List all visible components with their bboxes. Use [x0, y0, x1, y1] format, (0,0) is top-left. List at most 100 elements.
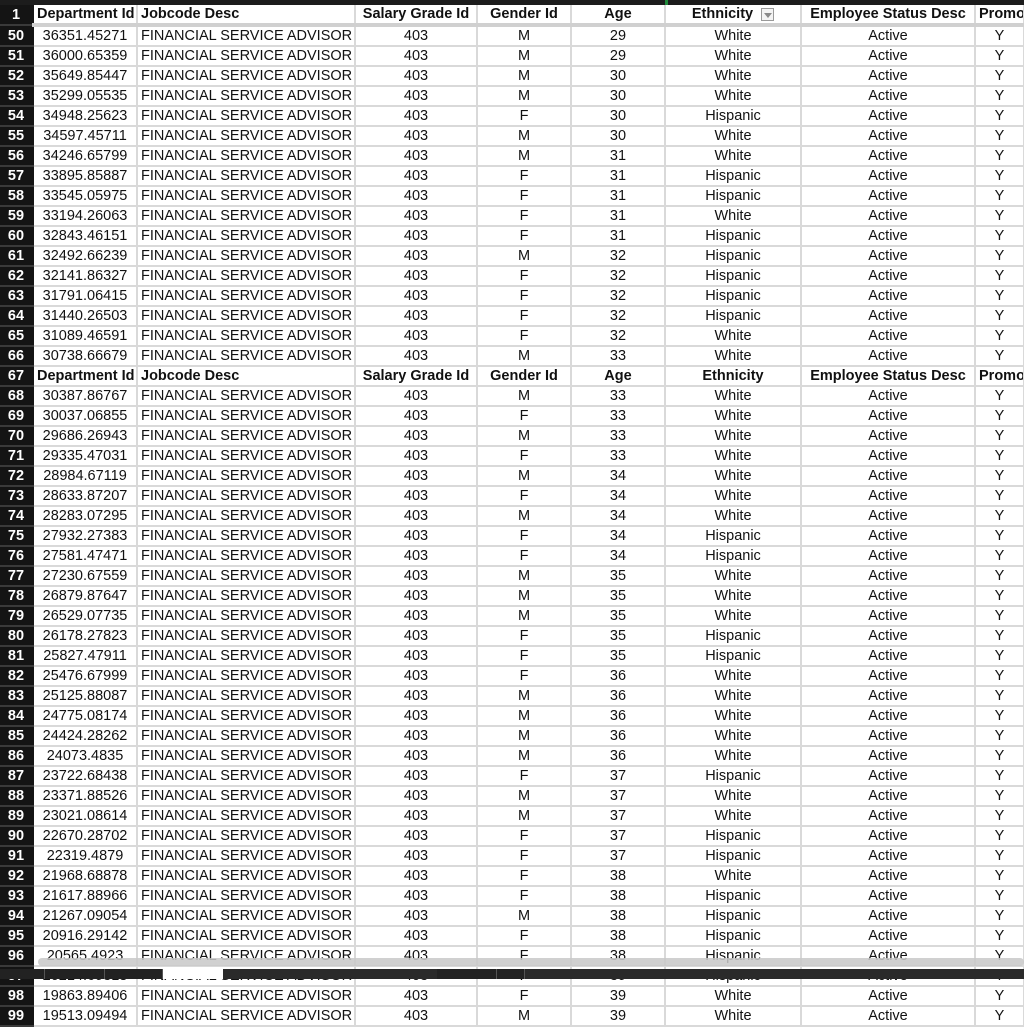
cell-department-id[interactable]: 26879.87647 — [33, 586, 138, 607]
cell-gender-id[interactable]: M — [477, 25, 572, 47]
cell-jobcode-desc[interactable]: FINANCIAL SERVICE ADVISOR — [137, 326, 356, 347]
cell-employee-status-desc[interactable]: Active — [801, 766, 976, 787]
row-number[interactable]: 76 — [0, 546, 34, 567]
cell-gender-id[interactable]: F — [477, 546, 572, 567]
cell-department-id[interactable]: 34948.25623 — [33, 106, 138, 127]
cell-employee-status-desc[interactable]: Active — [801, 826, 976, 847]
cell-age[interactable]: 34 — [571, 546, 666, 567]
cell-gender-id[interactable]: F — [477, 886, 572, 907]
cell-department-id[interactable]: 36000.65359 — [33, 46, 138, 67]
row-number[interactable]: 63 — [0, 286, 34, 307]
cell-jobcode-desc[interactable]: FINANCIAL SERVICE ADVISOR — [137, 986, 356, 1007]
cell-gender-id[interactable]: F — [477, 986, 572, 1007]
cell-promo[interactable]: Y — [975, 786, 1024, 807]
cell-jobcode-desc[interactable]: FINANCIAL SERVICE ADVISOR — [137, 25, 356, 47]
cell-salary-grade-id[interactable]: 403 — [355, 346, 478, 367]
filter-dropdown-icon[interactable] — [761, 7, 775, 21]
cell-salary-grade-id[interactable]: 403 — [355, 106, 478, 127]
row-number[interactable]: 66 — [0, 346, 34, 367]
cell-age[interactable]: 36 — [571, 686, 666, 707]
cell-promo[interactable]: Y — [975, 286, 1024, 307]
row-number[interactable]: 64 — [0, 306, 34, 327]
cell-employee-status-desc[interactable]: Active — [801, 306, 976, 327]
cell-salary-grade-id[interactable]: 403 — [355, 146, 478, 167]
cell-promo[interactable]: Y — [975, 626, 1024, 647]
cell-ethnicity[interactable]: White — [665, 426, 802, 447]
row-number[interactable]: 75 — [0, 526, 34, 547]
cell-employee-status-desc[interactable]: Active — [801, 25, 976, 47]
row-number[interactable]: 53 — [0, 86, 34, 107]
cell-age[interactable]: 32 — [571, 266, 666, 287]
cell-gender-id[interactable]: M — [477, 906, 572, 927]
cell-promo[interactable]: Y — [975, 706, 1024, 727]
cell-ethnicity[interactable]: White — [665, 686, 802, 707]
cell-ethnicity[interactable]: Hispanic — [665, 626, 802, 647]
cell-jobcode-desc[interactable]: FINANCIAL SERVICE ADVISOR — [137, 526, 356, 547]
cell-department-id[interactable]: 31089.46591 — [33, 326, 138, 347]
cell-ethnicity[interactable]: Hispanic — [665, 886, 802, 907]
cell-department-id[interactable]: 33194.26063 — [33, 206, 138, 227]
cell-salary-grade-id[interactable]: 403 — [355, 206, 478, 227]
cell-department-id[interactable]: 30037.06855 — [33, 406, 138, 427]
cell-salary-grade-id[interactable]: 403 — [355, 926, 478, 947]
cell-gender-id[interactable]: M — [477, 686, 572, 707]
cell-department-id[interactable]: 26529.07735 — [33, 606, 138, 627]
cell-jobcode-desc[interactable]: FINANCIAL SERVICE ADVISOR — [137, 186, 356, 207]
cell-department-id[interactable]: 34597.45711 — [33, 126, 138, 147]
cell-salary-grade-id[interactable]: 403 — [355, 826, 478, 847]
cell-salary-grade-id[interactable]: 403 — [355, 766, 478, 787]
cell-jobcode-desc[interactable]: FINANCIAL SERVICE ADVISOR — [137, 506, 356, 527]
cell-gender-id[interactable]: F — [477, 166, 572, 187]
cell-age[interactable]: 34 — [571, 506, 666, 527]
cell-employee-status-desc[interactable]: Active — [801, 886, 976, 907]
cell-age[interactable]: 36 — [571, 706, 666, 727]
cell-jobcode-desc[interactable]: FINANCIAL SERVICE ADVISOR — [137, 926, 356, 947]
cell-salary-grade-id[interactable]: 403 — [355, 806, 478, 827]
cell-department-id[interactable]: 25827.47911 — [33, 646, 138, 667]
cell-salary-grade-id[interactable]: 403 — [355, 446, 478, 467]
cell-age[interactable]: 32 — [571, 326, 666, 347]
cell-gender-id[interactable]: F — [477, 206, 572, 227]
cell-ethnicity[interactable]: White — [665, 86, 802, 107]
cell-employee-status-desc[interactable]: Active — [801, 1006, 976, 1027]
cell-salary-grade-id[interactable]: 403 — [355, 246, 478, 267]
cell-age[interactable]: 37 — [571, 826, 666, 847]
cell-salary-grade-id[interactable]: 403 — [355, 86, 478, 107]
row-number[interactable]: 93 — [0, 886, 34, 907]
row-number[interactable]: 94 — [0, 906, 34, 927]
cell-age[interactable]: 34 — [571, 486, 666, 507]
cell-gender-id[interactable]: F — [477, 846, 572, 867]
column-header-employee-status-desc[interactable]: Employee Status Desc — [801, 5, 976, 27]
row-number[interactable]: 56 — [0, 146, 34, 167]
cell-employee-status-desc[interactable]: Active — [801, 806, 976, 827]
cell-promo[interactable]: Y — [975, 866, 1024, 887]
cell-jobcode-desc[interactable]: FINANCIAL SERVICE ADVISOR — [137, 786, 356, 807]
cell-department-id[interactable]: 25125.88087 — [33, 686, 138, 707]
cell-jobcode-desc[interactable]: FINANCIAL SERVICE ADVISOR — [137, 906, 356, 927]
cell-salary-grade-id[interactable]: 403 — [355, 486, 478, 507]
cell-salary-grade-id[interactable]: 403 — [355, 666, 478, 687]
cell-promo[interactable]: Y — [975, 886, 1024, 907]
cell-ethnicity[interactable]: White — [665, 1006, 802, 1027]
cell-jobcode-desc[interactable]: FINANCIAL SERVICE ADVISOR — [137, 166, 356, 187]
cell-salary-grade-id[interactable]: 403 — [355, 646, 478, 667]
cell-gender-id[interactable]: F — [477, 226, 572, 247]
cell-employee-status-desc[interactable]: Active — [801, 86, 976, 107]
cell-ethnicity[interactable]: White — [665, 606, 802, 627]
cell-employee-status-desc[interactable]: Active — [801, 466, 976, 487]
cell-ethnicity[interactable]: White — [665, 986, 802, 1007]
row-number[interactable]: 86 — [0, 746, 34, 767]
cell-age[interactable]: 39 — [571, 986, 666, 1007]
cell-ethnicity[interactable]: Hispanic — [665, 226, 802, 247]
cell-jobcode-desc[interactable]: FINANCIAL SERVICE ADVISOR — [137, 846, 356, 867]
cell-gender-id[interactable]: M — [477, 746, 572, 767]
cell-promo[interactable]: Y — [975, 426, 1024, 447]
cell-promo[interactable]: Y — [975, 246, 1024, 267]
row-number[interactable]: 87 — [0, 766, 34, 787]
cell-employee-status-desc[interactable]: Active — [801, 426, 976, 447]
cell-promo[interactable]: Y — [975, 826, 1024, 847]
cell-salary-grade-id[interactable]: 403 — [355, 746, 478, 767]
cell-age[interactable]: 38 — [571, 866, 666, 887]
cell-age[interactable]: 30 — [571, 106, 666, 127]
cell-gender-id[interactable]: M — [477, 706, 572, 727]
